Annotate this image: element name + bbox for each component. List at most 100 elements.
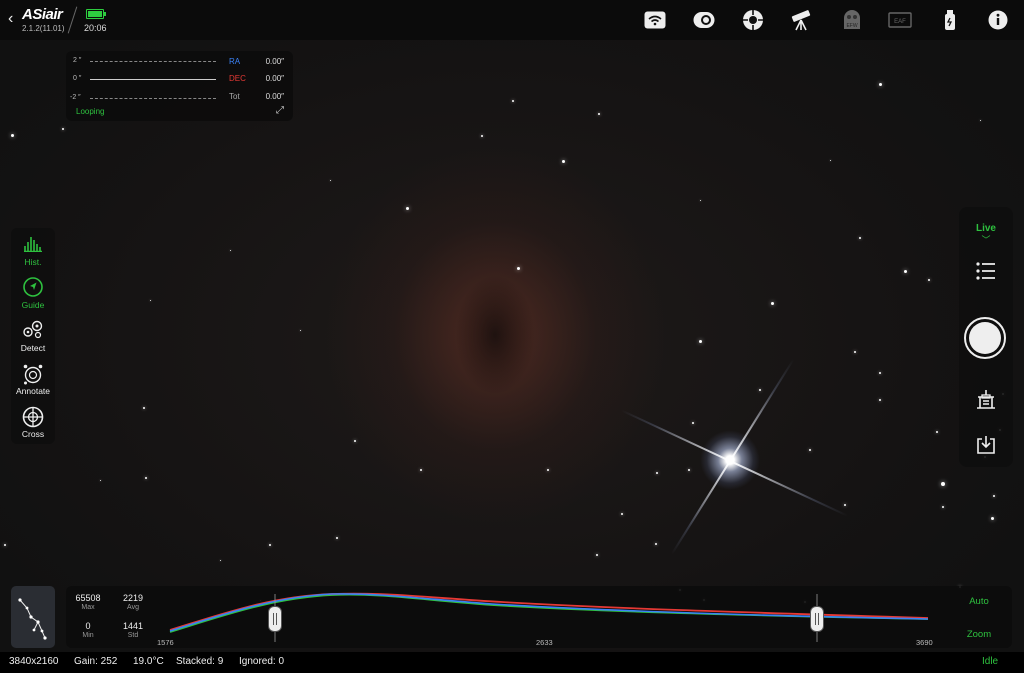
star [993,495,995,497]
guiding-graph-panel[interactable]: 2 ″ 0 ″ -2 ″ RA 0.00″ DEC 0.00″ Tot 0.00… [66,51,293,121]
tool-label: Cross [21,429,45,439]
tool-label: Guide [21,300,45,310]
tool-cross[interactable]: Cross [11,402,55,444]
back-chevron-icon[interactable]: ‹ [8,10,13,28]
right-toolbar: Live ﹀ [959,207,1013,467]
battery-icon [86,9,106,19]
star [354,440,356,442]
dec-value: 0.00″ [265,74,284,83]
star [854,351,856,353]
clock-time: 20:06 [84,23,107,33]
tool-label: Detect [20,343,46,353]
zoom-button[interactable]: Zoom [946,629,1012,640]
eaf-focuser-icon[interactable]: EAF [888,8,912,32]
star [759,389,761,391]
star [516,266,520,270]
guide-axis-mid: 0 ″ [73,75,82,82]
black-point-handle[interactable] [268,606,282,632]
star [859,237,861,239]
constellation-icon [18,598,47,640]
detect-stars-icon [23,320,43,339]
filter-wheel-icon[interactable]: EFW [840,8,864,32]
star [299,329,301,331]
capture-state: Idle [982,656,999,667]
telescope-mount-icon[interactable] [789,8,813,32]
tool-histogram[interactable]: Hist. [11,230,55,272]
guide-gridline [90,61,216,62]
star [62,128,64,130]
guide-gridline [90,98,216,99]
guide-arrow-icon [23,277,43,297]
hist-min: 0 Min [68,621,108,639]
tool-label: Annotate [15,386,51,396]
auto-stretch-button[interactable]: Auto [946,596,1012,607]
ignored-count: Ignored: 0 [239,656,285,667]
divider [67,6,78,34]
star [99,479,101,481]
tool-annotate[interactable]: Annotate [11,359,55,401]
hist-min-label: Min [82,632,94,639]
ra-value: 0.00″ [265,57,284,66]
hist-std-label: Std [127,632,139,639]
star [809,449,811,451]
list-icon[interactable] [974,260,998,284]
constellation-thumbnail[interactable] [11,586,55,648]
star [145,477,147,479]
guide-axis-top: 2 ″ [73,57,82,64]
white-point-handle[interactable] [810,606,824,632]
camera-icon[interactable] [692,8,716,32]
star [149,299,151,301]
star [329,179,331,181]
star [879,399,881,401]
tool-label: Hist. [24,257,42,267]
star [928,279,930,281]
histogram-panel: 65508 Max 2219 Avg 0 Min 1441 Std 1576 2… [66,586,1012,648]
efw-label: EFW [846,23,857,29]
eaf-label: EAF [894,19,906,25]
status-bar: 3840x2160 Gain: 252 19.0°C Stacked: 9 Ig… [0,652,1024,673]
crosshair-icon [22,406,44,428]
star [420,469,422,471]
star [596,554,598,556]
star [941,482,945,486]
tool-guide[interactable]: Guide [11,273,55,315]
shutter-button[interactable] [964,317,1006,359]
star [844,504,846,506]
star [561,159,565,163]
star [903,269,907,273]
info-icon[interactable] [986,8,1010,32]
stack-settings-icon[interactable] [974,388,998,412]
star [655,543,657,545]
guide-axis-bottom: -2 ″ [70,94,81,101]
hist-x-left: 1576 [157,638,174,647]
dec-label: DEC [229,74,246,83]
save-icon[interactable] [974,433,998,457]
guide-camera-icon[interactable] [741,8,765,32]
guide-zero-line [90,79,216,80]
hist-std: 1441 Std [113,621,153,639]
usb-icon[interactable] [938,8,962,32]
expand-icon[interactable]: ⤢ [276,105,284,116]
tool-detect[interactable]: Detect [11,316,55,358]
hist-max-label: Max [81,604,95,611]
hist-min-value: 0 [85,621,91,631]
app-version: 2.1.2(11.01) [22,24,65,33]
tot-label: Tot [229,92,240,101]
star [942,506,944,508]
hist-avg-label: Avg [127,604,139,611]
hist-avg: 2219 Avg [113,593,153,611]
hist-max: 65508 Max [68,593,108,611]
star [878,82,882,86]
star [219,559,221,561]
stacked-count: Stacked: 9 [176,656,224,667]
star [656,472,658,474]
star [621,513,623,515]
guide-status: Looping [76,107,105,116]
wifi-icon[interactable] [643,8,667,32]
star [143,407,145,409]
left-toolbar: Hist. Guide Detect Annotate Cross [11,228,55,444]
chevron-down-icon[interactable]: ﹀ [959,233,1013,246]
live-image-view[interactable] [0,40,1024,652]
star [229,249,231,251]
star [10,133,14,137]
